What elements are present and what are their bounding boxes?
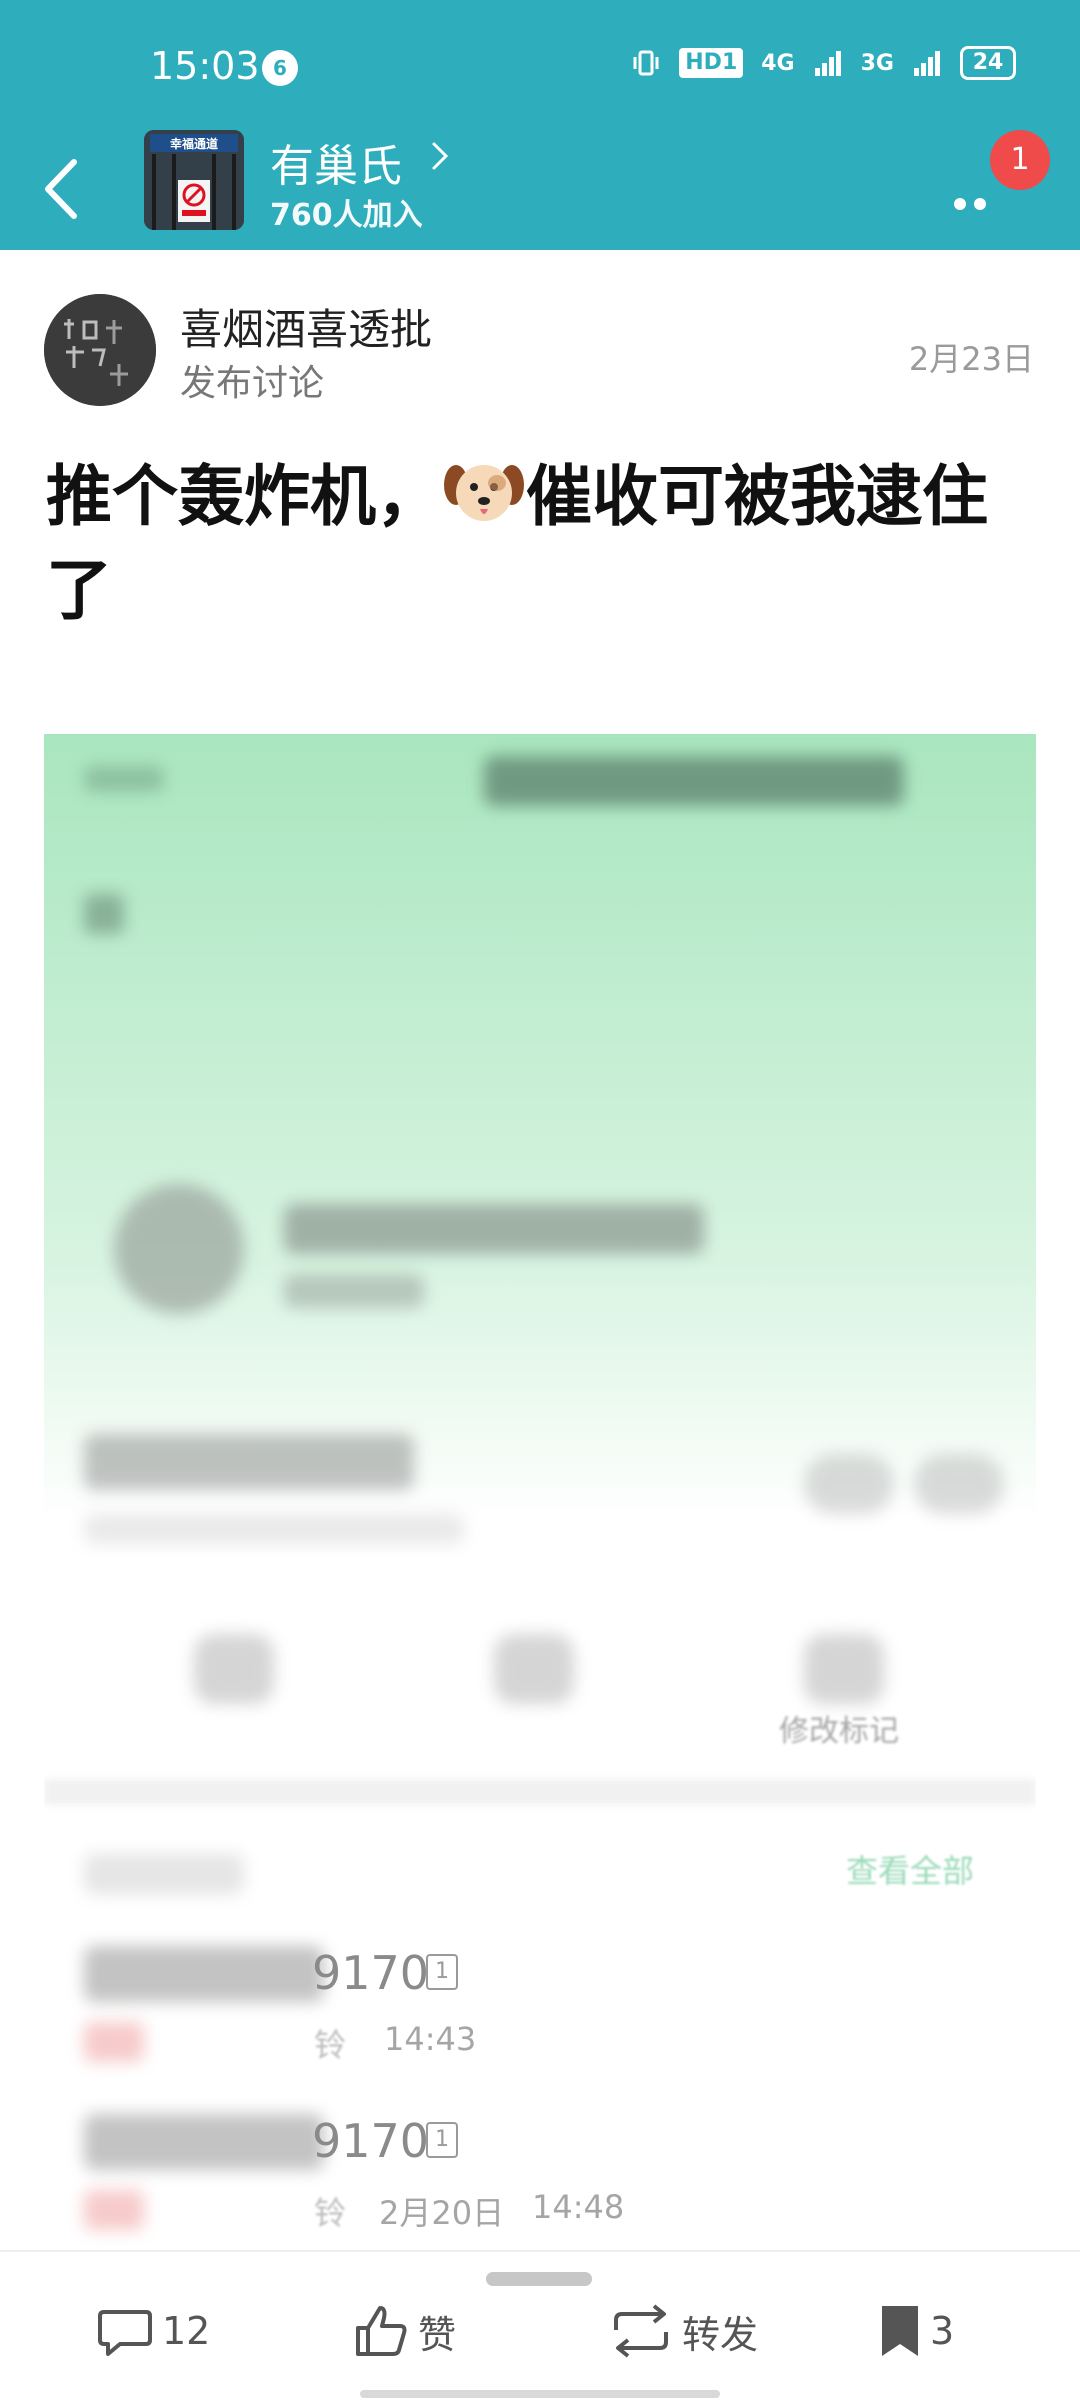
- row2-date: 2月20日: [379, 2194, 505, 2232]
- row2-ring-label: 铃: [314, 2194, 347, 2232]
- row1-ring-label: 铃: [314, 2026, 347, 2064]
- blurred-shape: [914, 1454, 1004, 1514]
- share-button[interactable]: 转发: [608, 2302, 758, 2360]
- more-dot-icon: [954, 198, 966, 210]
- like-button[interactable]: 赞: [352, 2302, 456, 2360]
- chevron-right-icon[interactable]: [425, 136, 455, 176]
- post-date: 2月23日: [908, 340, 1034, 378]
- image-divider: [44, 1779, 1036, 1805]
- back-arrow-icon[interactable]: [34, 144, 104, 234]
- blurred-shape: [84, 1514, 464, 1544]
- signal-icon-2: [914, 51, 940, 76]
- status-icons: HD1 4G 3G 24: [631, 46, 1016, 80]
- hd-icon: HD1: [679, 48, 744, 78]
- blurred-shape: [284, 1204, 704, 1254]
- post-title: 推个轰炸机， 催收可被我逮住了: [46, 450, 1036, 638]
- home-indicator[interactable]: [360, 2390, 720, 2398]
- post-title-text-1: 推个轰炸机，: [46, 458, 442, 535]
- group-avatar-sign-text: 幸福通道: [170, 136, 218, 151]
- status-bar: 15:03 6 HD1 4G 3G 24: [0, 0, 1080, 130]
- blurred-shape: [804, 1454, 894, 1514]
- like-label: 赞: [418, 2312, 457, 2357]
- row2-number: 9170: [312, 2114, 430, 2168]
- blurred-shape: [84, 766, 164, 792]
- unread-badge: 1: [990, 130, 1050, 190]
- comment-count: 12: [162, 2309, 211, 2353]
- group-header: 幸福通道 有巢氏 760人加入 1: [0, 130, 1080, 250]
- notification-count-badge: 6: [262, 50, 298, 86]
- vibrate-icon: [633, 50, 659, 76]
- bottom-action-bar: 12 赞 转发 3: [0, 2250, 1080, 2402]
- blurred-shape: [804, 1634, 884, 1704]
- bookmark-icon: [882, 2306, 918, 2356]
- more-dot-icon: [974, 198, 986, 210]
- sim1-icon: 1: [426, 2122, 458, 2158]
- repost-icon: [614, 2304, 668, 2358]
- blurred-shape: [84, 1854, 244, 1894]
- blurred-shape: [484, 756, 904, 806]
- image-view-all-link: 查看全部: [846, 1852, 975, 1890]
- comment-icon: [98, 2310, 152, 2356]
- blurred-shape: [84, 2114, 324, 2170]
- blurred-shape: [84, 1946, 324, 2002]
- net2-label: 3G: [860, 50, 894, 76]
- post-action-label: 发布讨论: [180, 363, 325, 404]
- blurred-shape: [284, 1274, 424, 1308]
- blurred-shape: [84, 2022, 144, 2062]
- group-name[interactable]: 有巢氏: [270, 130, 402, 194]
- blurred-shape: [194, 1634, 274, 1704]
- blurred-shape: [84, 1434, 414, 1490]
- author-name[interactable]: 喜烟酒喜透批: [180, 296, 432, 357]
- blurred-shape: [84, 2190, 144, 2230]
- sim1-icon: 1: [426, 1954, 458, 1990]
- bookmark-count: 3: [930, 2309, 955, 2353]
- status-time: 15:03: [150, 44, 260, 88]
- dog-face-icon: [442, 457, 526, 527]
- author-avatar[interactable]: [44, 294, 156, 406]
- group-member-count: 760人加入: [270, 198, 423, 233]
- blurred-shape: [494, 1634, 574, 1704]
- comment-button[interactable]: 12: [96, 2302, 210, 2360]
- bookmark-button[interactable]: 3: [878, 2302, 954, 2360]
- row1-time: 14:43: [384, 2020, 477, 2058]
- post-image[interactable]: 修改标记 查看全部 9170 1 铃 14:43 9170 1 铃 2月20日 …: [44, 734, 1036, 2248]
- row2-time: 14:48: [532, 2188, 625, 2226]
- group-avatar[interactable]: 幸福通道: [144, 130, 244, 230]
- blurred-shape: [114, 1184, 244, 1314]
- signal-icon-1: [814, 51, 841, 76]
- image-menu-label: 修改标记: [779, 1714, 899, 1749]
- row1-number: 9170: [312, 1946, 430, 2000]
- net1-label: 4G: [761, 50, 795, 76]
- battery-icon: 24: [960, 46, 1016, 80]
- share-label: 转发: [682, 2312, 759, 2357]
- drag-handle[interactable]: [486, 2272, 592, 2286]
- thumbs-up-icon: [356, 2306, 407, 2356]
- blurred-shape: [84, 894, 124, 934]
